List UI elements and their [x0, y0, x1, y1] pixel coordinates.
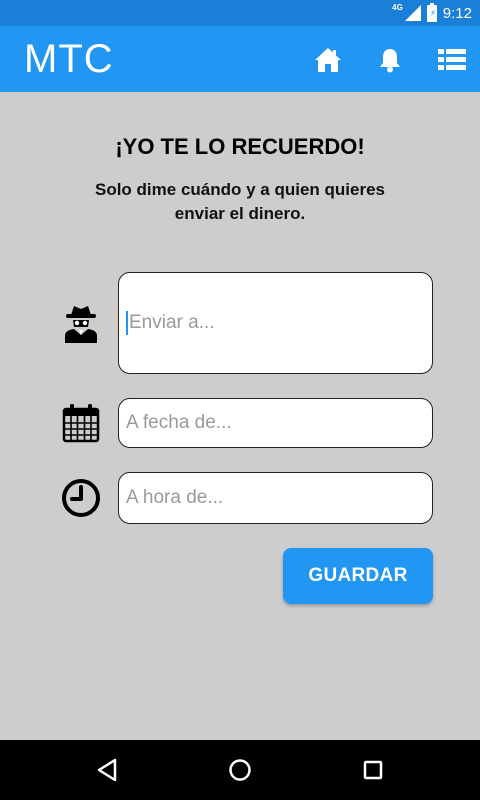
status-time: 9:12 [442, 4, 472, 22]
recipient-placeholder: Enviar a... [129, 312, 215, 333]
home-icon[interactable] [312, 44, 344, 76]
app-bar: MTC [0, 26, 480, 92]
recents-icon[interactable] [353, 750, 393, 790]
time-field[interactable]: A hora de... [118, 472, 433, 524]
clock-icon [60, 477, 102, 519]
recipient-field[interactable]: Enviar a... [118, 272, 433, 374]
date-placeholder: A fecha de... [126, 412, 232, 433]
calendar-icon [60, 402, 102, 444]
page-subtitle: Solo dime cuándo y a quien quieres envia… [94, 180, 385, 223]
system-nav-bar [0, 740, 480, 800]
status-bar: 4G ⚡ 9:12 [0, 0, 480, 26]
time-placeholder: A hora de... [126, 487, 224, 508]
text-cursor [126, 311, 128, 335]
page-title: ¡YO TE LO RECUERDO! [115, 134, 365, 159]
save-button[interactable]: GUARDAR [283, 548, 433, 604]
spy-icon [60, 302, 102, 344]
date-field[interactable]: A fecha de... [118, 398, 433, 448]
bell-icon[interactable] [374, 44, 406, 76]
network-type: 4G [392, 2, 403, 12]
home-circle-icon[interactable] [220, 750, 260, 790]
back-icon[interactable] [87, 750, 127, 790]
list-icon[interactable] [436, 44, 468, 76]
app-title: MTC [24, 37, 114, 81]
signal-icon [404, 5, 421, 21]
battery-icon: ⚡ [426, 2, 437, 22]
